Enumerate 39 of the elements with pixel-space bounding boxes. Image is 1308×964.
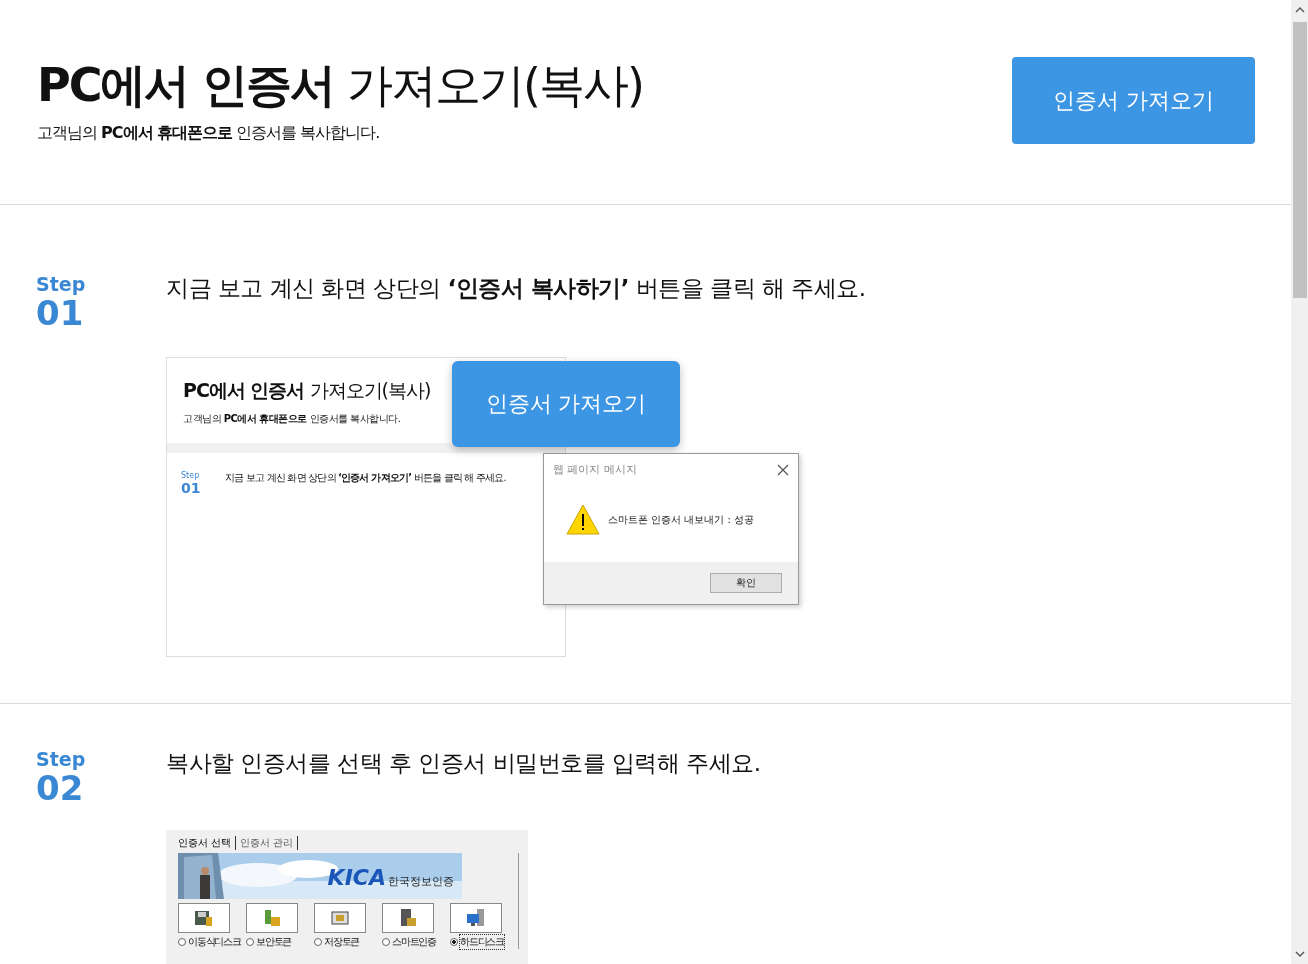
warning-icon [566,504,600,535]
mini-title: PC에서 인증서 가져오기(복사) [183,378,431,403]
radio-button[interactable] [314,938,322,946]
disk-icon [194,908,214,928]
scrollbar-thumb[interactable] [1292,22,1307,298]
brand-name: 한국정보인증 [388,874,454,889]
radio-label: 스마트인증 [392,935,436,949]
radio-label: 이동식디스크 [188,935,241,949]
mini-step-label: Step [181,471,200,480]
scroll-up-icon[interactable] [1294,6,1305,14]
import-certificate-button[interactable]: 인증서 가져오기 [1012,57,1255,144]
page-title: PC에서 인증서 가져오기(복사) [37,57,643,113]
dialog-title: 웹 페이지 메시지 [553,462,637,477]
close-icon [777,463,789,476]
dialog-message: 스마트폰 인증서 내보내기 : 성공 [608,512,755,527]
page-subtitle: 고객님의 PC에서 휴대폰으로 인증서를 복사합니다. [37,123,381,144]
radio-label: 저장토큰 [324,935,360,949]
mini-step-number: 01 [181,480,201,496]
computer-icon [466,908,486,928]
logo-text: KICA [327,865,386,890]
radio-button[interactable] [382,938,390,946]
usb-lock-icon [262,908,282,928]
radio-label: 하드디스크 [460,935,504,949]
radio-button[interactable] [246,938,254,946]
mini-subtitle: 고객님의 PC에서 휴대폰으로 인증서를 복사합니다. [183,412,401,426]
step-label: Step [36,748,86,770]
radio-button[interactable] [450,938,458,946]
phone-icon [398,908,418,928]
step-instruction: 지금 보고 계신 화면 상단의 ‘인증서 복사하기’ 버튼을 클릭 해 주세요. [166,274,866,303]
scroll-down-icon[interactable] [1294,950,1305,958]
mini-instruction: 지금 보고 계신 화면 상단의 ‘인증서 가져오기’ 버튼을 클릭 해 주세요. [225,471,506,485]
radio-label: 보안토큰 [256,935,292,949]
step-number: 02 [36,770,84,806]
step-number: 01 [36,295,84,331]
step-instruction: 복사할 인증서를 선택 후 인증서 비밀번호를 입력해 주세요. [166,749,761,778]
scrollbar[interactable] [1291,0,1308,964]
radio-button[interactable] [178,938,186,946]
step-label: Step [36,273,86,295]
chip-icon [330,908,350,928]
